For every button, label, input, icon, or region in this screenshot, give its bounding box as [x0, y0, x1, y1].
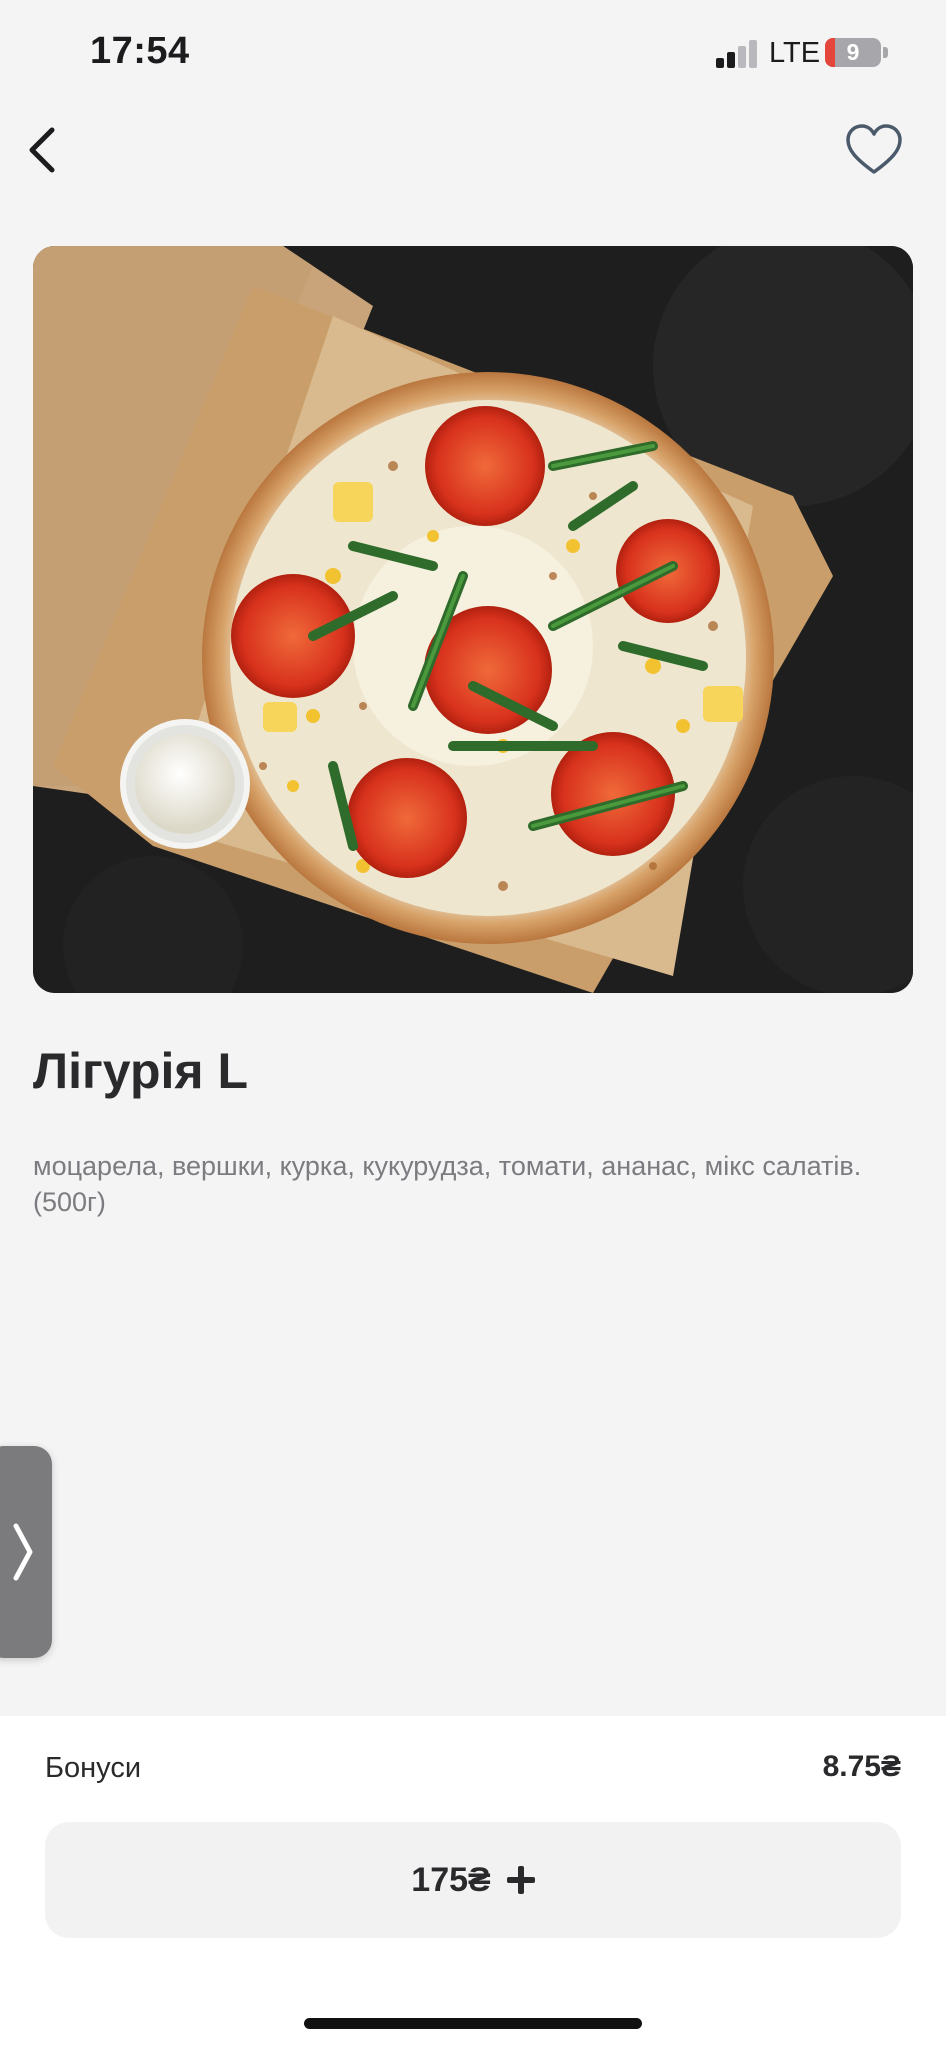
status-time: 17:54 [90, 30, 190, 72]
pizza-photo [33, 246, 913, 993]
add-to-cart-button[interactable]: 175₴ [45, 1822, 901, 1938]
price-label: 175₴ [411, 1860, 491, 1899]
side-drawer-toggle[interactable] [0, 1446, 52, 1658]
bonus-label: Бонуси [45, 1752, 142, 1784]
chevron-left-icon [29, 127, 55, 173]
home-indicator[interactable] [304, 2018, 642, 2029]
network-type: LTE [769, 37, 821, 69]
back-button[interactable] [22, 122, 66, 178]
bonus-value: 8.75₴ [822, 1750, 901, 1783]
battery-icon: 9 [825, 38, 881, 67]
product-screen: 17:54 LTE 9 Лігурія L моцарела, вершки, … [0, 0, 946, 2048]
product-image [33, 246, 913, 993]
plus-icon [506, 1866, 535, 1894]
status-bar: 17:54 LTE 9 [0, 0, 946, 110]
chevron-right-icon [13, 1523, 33, 1581]
battery-cap [883, 47, 888, 58]
favorite-button[interactable] [844, 122, 904, 178]
product-description: моцарела, вершки, курка, кукурудза, тома… [33, 1151, 862, 1217]
signal-icon [716, 38, 760, 68]
heart-outline-icon [846, 124, 902, 174]
product-title: Лігурія L [33, 1043, 248, 1099]
battery-percentage: 9 [846, 39, 860, 65]
